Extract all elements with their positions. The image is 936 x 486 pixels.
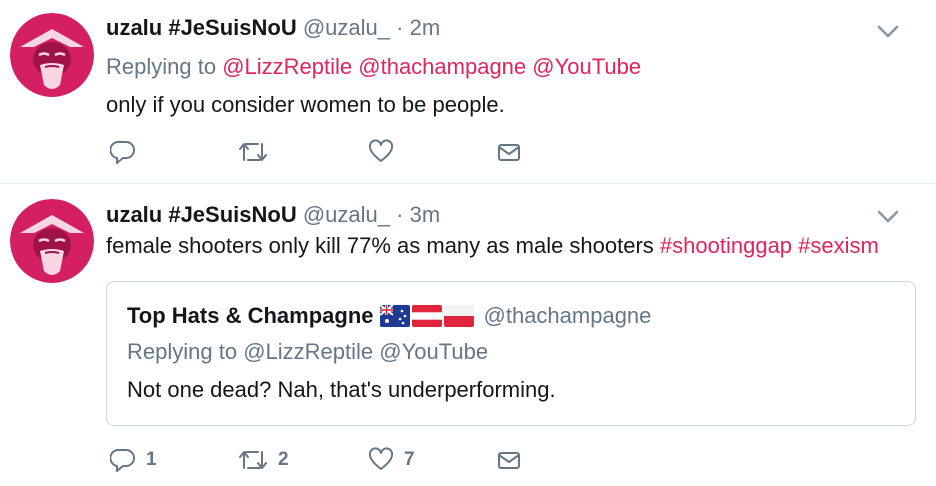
chevron-down-icon[interactable] [874,17,902,45]
austria-flag-icon [411,305,442,327]
quoted-author-name: Top Hats & Champagne [127,303,374,328]
retweet-button[interactable] [238,137,278,167]
direct-message-icon [498,144,520,161]
poland-flag-icon [443,305,474,327]
like-icon [368,447,394,470]
mention-link[interactable]: @LizzReptile [222,54,352,79]
tweet-text: female shooters only kill 77% as many as… [106,232,879,260]
flag-emojis [379,305,476,327]
separator: · [390,202,410,227]
direct-message-button[interactable] [496,445,522,475]
avatar[interactable] [10,13,94,97]
quoted-tweet[interactable]: Top Hats & Champagne @thachampagne Reply… [106,281,916,426]
quoted-mention: @LizzReptile [243,339,374,364]
direct-message-icon [498,452,520,469]
hashtag-link[interactable]: #sexism [798,233,879,258]
retweet-icon [239,143,267,161]
replying-prefix: Replying to [106,54,217,79]
quoted-author-handle: @thachampagne [483,303,652,328]
tweet-header: uzalu #JeSuisNoU @uzalu_ · 2m [106,15,440,41]
australia-flag-icon [379,305,410,327]
reply-icon [110,448,135,472]
retweet-count: 2 [278,449,289,470]
like-button[interactable] [368,137,404,167]
like-button[interactable]: 7 [368,445,415,475]
tweet[interactable]: uzalu #JeSuisNoU @uzalu_ · 2m Replying t… [0,0,936,184]
timestamp[interactable]: 3m [410,202,441,227]
avatar-image [10,199,94,283]
timestamp[interactable]: 2m [410,15,441,40]
direct-message-button[interactable] [496,137,522,167]
quoted-tweet-text: Not one dead? Nah, that's underperformin… [127,377,556,402]
retweet-icon [239,451,267,469]
retweet-button[interactable]: 2 [238,445,289,475]
avatar-image [10,13,94,97]
reply-icon [110,140,135,164]
mention-link[interactable]: @thachampagne [358,54,526,79]
like-count: 7 [404,449,415,470]
quoted-mention: @YouTube [379,339,489,364]
quoted-tweet-header: Top Hats & Champagne @thachampagne [127,303,651,329]
hashtag-link[interactable]: #shootinggap [660,233,792,258]
mention-link[interactable]: @YouTube [532,54,641,79]
author-name[interactable]: uzalu #JeSuisNoU [106,202,297,227]
avatar[interactable] [10,199,94,283]
tweet-actions: 1 2 7 [106,445,626,475]
reply-button[interactable]: 1 [110,445,157,475]
author-handle[interactable]: @uzalu_ [303,202,390,227]
author-handle[interactable]: @uzalu_ [303,15,390,40]
tweet-actions [106,137,626,167]
quoted-replying-to: Replying to @LizzReptile @YouTube [127,339,488,365]
quoted-replying-prefix: Replying to [127,339,238,364]
tweet-text: only if you consider women to be people. [106,92,505,117]
author-name[interactable]: uzalu #JeSuisNoU [106,15,297,40]
tweet[interactable]: uzalu #JeSuisNoU @uzalu_ · 3m female sho… [0,185,936,486]
tweet-text-plain: female shooters only kill 77% as many as… [106,233,660,258]
separator: · [390,15,410,40]
chevron-down-icon[interactable] [874,202,902,230]
replying-to: Replying to @LizzReptile @thachampagne @… [106,54,641,80]
like-icon [368,139,394,162]
reply-count: 1 [146,449,157,470]
tweet-header: uzalu #JeSuisNoU @uzalu_ · 3m [106,202,440,228]
reply-button[interactable] [110,137,146,167]
